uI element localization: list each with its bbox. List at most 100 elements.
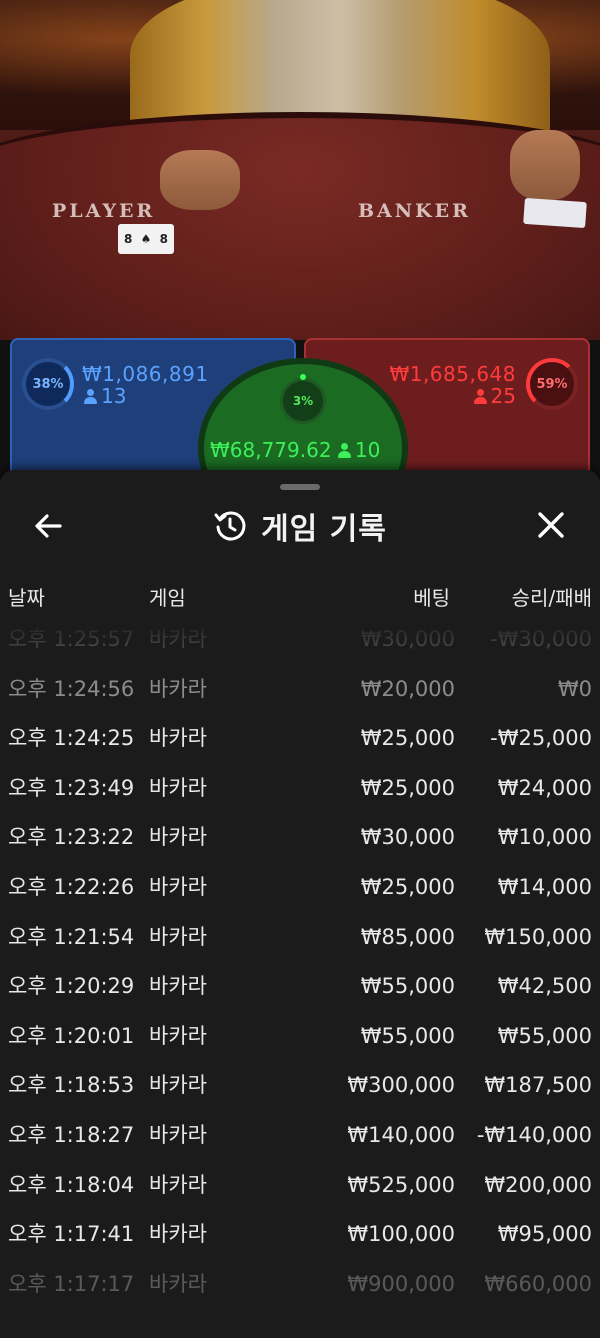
table-row[interactable]: 오후 1:21:54 바카라 ₩85,000 ₩150,000 [0, 922, 600, 972]
row-time: 오후 1:18:53 [8, 1073, 135, 1098]
table-row[interactable]: 오후 1:24:25 바카라 ₩25,000 -₩25,000 [0, 723, 600, 773]
tie-indicator-dot [300, 374, 306, 380]
column-header-result: 승리/패배 [511, 586, 592, 610]
person-icon [337, 443, 351, 458]
table-row[interactable]: 오후 1:20:01 바카라 ₩55,000 ₩55,000 [0, 1021, 600, 1071]
row-bet: ₩30,000 [360, 627, 455, 651]
row-game: 바카라 [149, 1122, 207, 1147]
row-bet: ₩20,000 [360, 676, 455, 701]
table-row[interactable]: 오후 1:24:56 바카라 ₩20,000 ₩0 [0, 674, 600, 724]
column-header-bet: 베팅 [413, 586, 450, 610]
row-time: 오후 1:17:17 [8, 1271, 135, 1296]
banker-bettor-count: 25 [473, 384, 516, 408]
dealer-hand-right [510, 130, 580, 200]
banker-felt-label: BANKER [358, 200, 471, 222]
player-bettor-count: 13 [84, 384, 126, 408]
row-time: 오후 1:17:41 [8, 1222, 135, 1247]
player-felt-label: PLAYER [52, 200, 156, 222]
row-result: ₩24,000 [497, 775, 592, 800]
playing-card: 8 ♠ 8 [118, 224, 174, 254]
row-bet: ₩140,000 [347, 1122, 455, 1147]
row-result: -₩30,000 [490, 627, 592, 651]
row-game: 바카라 [149, 825, 207, 850]
person-icon [473, 389, 487, 404]
row-time: 오후 1:22:26 [8, 874, 135, 899]
page-title: 게임 기록 [261, 512, 387, 547]
row-result: ₩14,000 [497, 874, 592, 899]
row-bet: ₩25,000 [360, 726, 455, 751]
row-time: 오후 1:18:04 [8, 1172, 135, 1197]
game-history-sheet: 게임 기록 날짜 게임 베팅 승리/패배 오후 1:25:57 바카라 ₩30,00… [0, 470, 600, 1338]
card-rank: 8 [124, 232, 133, 246]
row-bet: ₩100,000 [347, 1222, 455, 1247]
row-time: 오후 1:20:29 [8, 974, 135, 999]
row-game: 바카라 [149, 676, 207, 701]
tie-percent-ring: 3% [280, 378, 326, 424]
banker-percent-ring: 59% [526, 358, 578, 410]
row-result: ₩42,500 [497, 974, 592, 999]
row-result: ₩0 [557, 676, 592, 701]
row-result: ₩660,000 [484, 1271, 592, 1296]
player-percent-ring: 38% [22, 358, 74, 410]
table-row[interactable]: 오후 1:18:53 바카라 ₩300,000 ₩187,500 [0, 1070, 600, 1120]
sheet-title-wrap: 게임 기록 [0, 504, 600, 548]
sheet-drag-handle[interactable] [280, 484, 320, 490]
column-header-game: 게임 [149, 586, 186, 610]
row-bet: ₩55,000 [360, 1023, 455, 1048]
row-bet: ₩300,000 [347, 1073, 455, 1098]
row-result: ₩55,000 [497, 1023, 592, 1048]
close-icon[interactable] [534, 508, 568, 542]
column-header-date: 날짜 [8, 586, 45, 610]
row-game: 바카라 [149, 974, 207, 999]
table-row[interactable]: 오후 1:23:22 바카라 ₩30,000 ₩10,000 [0, 822, 600, 872]
row-game: 바카라 [149, 775, 207, 800]
table-row[interactable]: 오후 1:20:29 바카라 ₩55,000 ₩42,500 [0, 971, 600, 1021]
row-result: ₩150,000 [484, 924, 592, 949]
row-game: 바카라 [149, 1222, 207, 1247]
row-game: 바카라 [149, 1172, 207, 1197]
table-row[interactable]: 오후 1:17:17 바카라 ₩900,000 ₩660,000 [0, 1269, 600, 1319]
row-game: 바카라 [149, 1271, 207, 1296]
baccarat-table [0, 112, 600, 340]
table-row[interactable]: 오후 1:18:04 바카라 ₩525,000 ₩200,000 [0, 1170, 600, 1220]
row-time: 오후 1:18:27 [8, 1122, 135, 1147]
row-result: ₩10,000 [497, 825, 592, 850]
row-bet: ₩900,000 [347, 1271, 455, 1296]
tie-bet-amount: ₩68,779.62 [210, 438, 332, 462]
row-game: 바카라 [149, 874, 207, 899]
row-bet: ₩85,000 [360, 924, 455, 949]
row-result: -₩25,000 [490, 726, 592, 751]
row-time: 오후 1:20:01 [8, 1023, 135, 1048]
table-row[interactable]: 오후 1:23:49 바카라 ₩25,000 ₩24,000 [0, 773, 600, 823]
row-game: 바카라 [149, 726, 207, 751]
row-game: 바카라 [149, 924, 207, 949]
dealer-hand-left [160, 150, 240, 210]
spade-icon: ♠ [140, 232, 152, 246]
player-percent: 38% [32, 376, 64, 392]
tie-percent: 3% [292, 394, 314, 408]
table-row[interactable]: 오후 1:17:41 바카라 ₩100,000 ₩95,000 [0, 1219, 600, 1269]
row-time: 오후 1:23:49 [8, 775, 135, 800]
row-time: 오후 1:23:22 [8, 825, 135, 850]
table-row[interactable]: 오후 1:18:27 바카라 ₩140,000 -₩140,000 [0, 1120, 600, 1170]
banker-bettor-number: 25 [490, 384, 516, 408]
player-bet-amount: ₩1,086,891 [82, 362, 209, 386]
banker-percent: 59% [536, 376, 568, 392]
row-bet: ₩25,000 [360, 775, 455, 800]
live-video: PLAYER BANKER 8 ♠ 8 [0, 0, 600, 340]
tie-bet-summary: ₩68,779.62 10 [210, 438, 380, 462]
card-rank: 8 [159, 232, 168, 246]
row-game: 바카라 [149, 1073, 207, 1098]
table-row[interactable]: 오후 1:22:26 바카라 ₩25,000 ₩14,000 [0, 872, 600, 922]
history-list[interactable]: 오후 1:25:57 바카라 ₩30,000 -₩30,000 오후 1:24:56 바카… [0, 624, 600, 1318]
row-time: 오후 1:24:25 [8, 726, 135, 751]
row-time: 오후 1:24:56 [8, 676, 135, 701]
person-icon [84, 389, 97, 404]
table-row[interactable]: 오후 1:25:57 바카라 ₩30,000 -₩30,000 [0, 624, 600, 674]
history-clock-icon [214, 511, 246, 541]
row-game: 바카라 [149, 627, 207, 651]
row-game: 바카라 [149, 1023, 207, 1048]
row-time: 오후 1:25:57 [8, 627, 135, 651]
row-bet: ₩25,000 [360, 874, 455, 899]
row-result: -₩140,000 [476, 1122, 592, 1147]
